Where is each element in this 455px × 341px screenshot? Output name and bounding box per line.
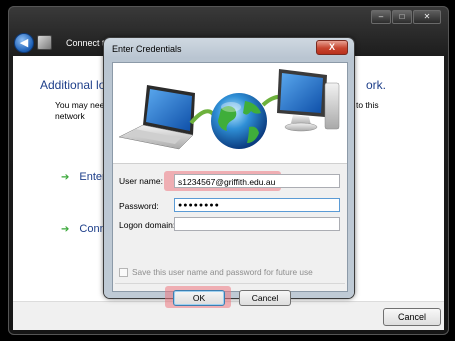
dialog-close-button[interactable]: X bbox=[316, 40, 348, 55]
save-credentials-checkbox[interactable] bbox=[119, 268, 128, 278]
wizard-heading-end: ork. bbox=[366, 78, 387, 92]
back-arrow-icon[interactable]: ◀ bbox=[14, 33, 34, 53]
laptop-icon bbox=[118, 85, 195, 150]
option-enter[interactable]: ➔ Enter bbox=[61, 171, 106, 183]
dialog-title: Enter Credentials bbox=[112, 44, 182, 54]
save-credentials-checkbox-row[interactable]: Save this user name and password for fut… bbox=[119, 267, 313, 278]
description-line-2: network bbox=[55, 111, 85, 121]
user-name-label: User name: bbox=[119, 176, 163, 186]
divider bbox=[115, 283, 345, 284]
green-arrow-icon: ➔ bbox=[61, 172, 70, 183]
password-field[interactable]: ●●●●●●●● bbox=[174, 198, 340, 212]
network-banner bbox=[113, 63, 347, 164]
option-label: Enter bbox=[79, 171, 106, 183]
globe-icon bbox=[211, 93, 267, 149]
wizard-cancel-button[interactable]: Cancel bbox=[383, 308, 441, 326]
description-line-1: You may nee bbox=[55, 100, 105, 110]
option-connect[interactable]: ➔ Conn bbox=[61, 223, 106, 235]
enter-credentials-dialog: Enter Credentials X User name: s1234567@… bbox=[104, 38, 354, 308]
logon-domain-field[interactable] bbox=[174, 217, 340, 231]
window-controls: – □ ✕ bbox=[371, 10, 441, 24]
desktop-computer-icon bbox=[277, 69, 340, 132]
ok-button[interactable]: OK bbox=[173, 290, 225, 306]
save-credentials-label: Save this user name and password for fut… bbox=[132, 267, 313, 277]
laptop-globe-computer-illustration bbox=[118, 69, 340, 150]
dialog-body: User name: s1234567@griffith.edu.au Pass… bbox=[112, 62, 348, 308]
password-label: Password: bbox=[119, 201, 159, 211]
maximize-button[interactable]: □ bbox=[392, 10, 412, 24]
minimize-button[interactable]: – bbox=[371, 10, 391, 24]
logon-domain-label: Logon domain: bbox=[119, 220, 176, 230]
close-window-button[interactable]: ✕ bbox=[413, 10, 441, 24]
option-label: Conn bbox=[79, 223, 106, 235]
wizard-description: You may nee network bbox=[55, 100, 104, 122]
user-name-field[interactable]: s1234567@griffith.edu.au bbox=[174, 174, 340, 188]
network-app-icon bbox=[37, 35, 52, 50]
green-arrow-icon: ➔ bbox=[61, 224, 70, 235]
wizard-heading: Additional lo bbox=[40, 78, 106, 92]
cancel-button[interactable]: Cancel bbox=[239, 290, 291, 306]
